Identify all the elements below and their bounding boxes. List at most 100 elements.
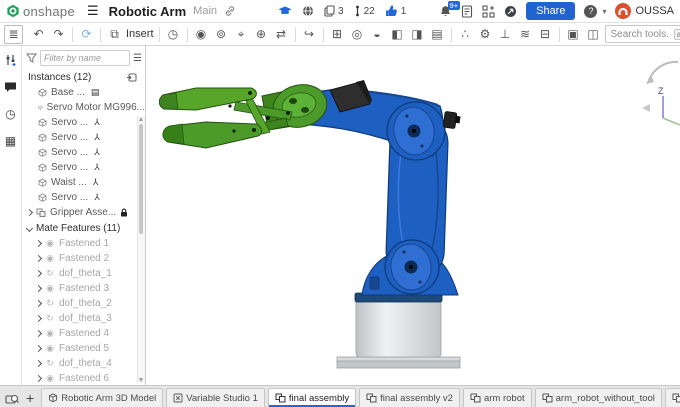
mate-row[interactable]: ↻dof_theta_3	[22, 311, 145, 326]
expand-chevron-icon[interactable]	[35, 360, 42, 367]
mate-row[interactable]: ◉Fastened 6	[22, 371, 145, 385]
search-tools-box[interactable]: alt/	[605, 25, 680, 43]
configurations-icon[interactable]: ⚙	[477, 26, 494, 43]
branch-name[interactable]: Main	[193, 5, 217, 17]
undo-icon[interactable]: ↶	[30, 26, 47, 43]
expand-chevron-icon[interactable]	[35, 270, 42, 277]
history-icon[interactable]: ◷	[165, 26, 182, 43]
scroll-up-icon[interactable]	[139, 117, 143, 121]
mate-row[interactable]: ◉Fastened 1	[22, 236, 145, 251]
expand-chevron-icon[interactable]	[26, 209, 33, 216]
redo-icon[interactable]: ↷	[50, 26, 67, 43]
tab-part-studio[interactable]: Robotic Arm 3D Model	[41, 388, 163, 407]
share-link-icon[interactable]	[224, 5, 236, 17]
tab-arm-robot-with-tool[interactable]: arm_robot_with_tool	[665, 388, 680, 407]
instance-row[interactable]: Servo Motor MG996...	[22, 100, 145, 115]
expand-chevron-icon[interactable]	[35, 240, 42, 247]
tab-arm-robot[interactable]: arm robot	[463, 388, 532, 407]
instance-row[interactable]: Waist ... ⅄	[22, 175, 145, 190]
forks-count[interactable]: 22	[354, 5, 375, 17]
bom-panel-icon[interactable]: ▦	[3, 133, 19, 149]
update-sync-icon[interactable]: ⟳	[78, 26, 95, 43]
app-store-button[interactable]	[482, 5, 495, 18]
release-notes-button[interactable]	[461, 5, 473, 18]
tab-final-assembly[interactable]: final assembly	[268, 388, 356, 407]
search-tools-input[interactable]	[609, 28, 671, 41]
expand-chevron-icon[interactable]	[35, 375, 42, 382]
instance-row[interactable]: Servo ... ⅄	[22, 190, 145, 205]
public-document-button[interactable]	[302, 5, 314, 17]
instances-header-row[interactable]: Instances (12)	[22, 69, 145, 85]
feedback-button[interactable]	[504, 5, 517, 18]
section-view-icon[interactable]: ◨	[409, 26, 426, 43]
comments-icon[interactable]	[3, 79, 19, 95]
group-mate-icon[interactable]: ⊚	[213, 26, 230, 43]
insert-button[interactable]: ⧉ Insert	[106, 26, 154, 43]
expand-chevron-icon[interactable]	[35, 255, 42, 262]
anchor-icon[interactable]: ⊥	[497, 26, 514, 43]
subassembly-row[interactable]: Gripper Asse...	[22, 205, 145, 220]
filter-funnel-icon[interactable]	[26, 53, 37, 63]
mate-icon[interactable]: ◉	[193, 26, 210, 43]
share-button[interactable]: Share	[526, 2, 575, 20]
expand-chevron-icon[interactable]	[35, 315, 42, 322]
collapse-chevron-icon[interactable]	[26, 224, 33, 231]
simulation-icon[interactable]: ∴	[457, 26, 474, 43]
filter-input[interactable]	[40, 50, 130, 66]
versions-icon[interactable]: ◷	[3, 106, 19, 122]
mate-row[interactable]: ↻dof_theta_4	[22, 356, 145, 371]
expand-chevron-icon[interactable]	[35, 330, 42, 337]
named-views-icon[interactable]: ◎	[349, 26, 366, 43]
instance-row[interactable]: Servo ... ⅄	[22, 145, 145, 160]
viewport[interactable]: Z	[146, 46, 680, 385]
configurations-panel-icon[interactable]	[3, 52, 19, 68]
instance-row[interactable]: Servo ... ⅄	[22, 130, 145, 145]
add-tab-button[interactable]: +	[26, 391, 34, 405]
mate-row[interactable]: ◉Fastened 4	[22, 326, 145, 341]
mirror-icon[interactable]: ⇄	[273, 26, 290, 43]
mate-row[interactable]: ↻dof_theta_1	[22, 266, 145, 281]
mate-row[interactable]: ◉Fastened 5	[22, 341, 145, 356]
mate-features-header-row[interactable]: Mate Features (11)	[22, 220, 145, 236]
mate-connector-icon[interactable]: ⌖	[233, 26, 250, 43]
copies-count[interactable]: 3	[324, 5, 344, 17]
notifications-button[interactable]: 9+	[439, 5, 452, 18]
instance-row[interactable]: Servo ... ⅄	[22, 115, 145, 130]
bom-table-icon[interactable]: ▤	[429, 26, 446, 43]
mate-row[interactable]: ◉Fastened 3	[22, 281, 145, 296]
tab-variable-studio[interactable]: Variable Studio 1	[166, 388, 265, 407]
appearances-icon[interactable]: ◧	[389, 26, 406, 43]
filter-options-icon[interactable]: ☰	[133, 53, 142, 64]
account-button[interactable]: OUSSA	[615, 3, 674, 19]
frame-icon[interactable]: ≋	[517, 26, 534, 43]
instance-row[interactable]: Base ... ▤	[22, 85, 145, 100]
sheet-metal-icon[interactable]: ⊟	[537, 26, 554, 43]
mate-row[interactable]: ↻dof_theta_2	[22, 296, 145, 311]
tab-final-assembly-v2[interactable]: final assembly v2	[359, 388, 460, 407]
display-states-icon[interactable]: ◒	[369, 26, 386, 43]
export-icon[interactable]: ▣	[565, 26, 582, 43]
learning-center-button[interactable]	[278, 6, 292, 17]
expand-chevron-icon[interactable]	[35, 285, 42, 292]
tab-manager-icon[interactable]	[5, 393, 19, 405]
onshape-logo[interactable]: onshape	[6, 4, 75, 19]
likes-count[interactable]: 1	[385, 5, 407, 17]
insert-instance-icon[interactable]	[126, 73, 137, 82]
scroll-down-icon[interactable]	[139, 378, 143, 382]
instance-row[interactable]: Servo ... ⅄	[22, 160, 145, 175]
features-list-toggle-icon[interactable]: ≣	[4, 25, 23, 44]
pattern-icon[interactable]: ⊕	[253, 26, 270, 43]
expand-chevron-icon[interactable]	[35, 345, 42, 352]
snap-mode-icon[interactable]: ↪	[301, 26, 318, 43]
scrollbar-thumb[interactable]	[139, 124, 143, 234]
document-menu-icon[interactable]: ☰	[87, 3, 99, 19]
view-triad[interactable]: Z	[640, 50, 680, 128]
help-caret-icon[interactable]: ▾	[602, 7, 606, 16]
help-button[interactable]: ?	[584, 5, 597, 18]
find-features-icon[interactable]: ◫	[585, 26, 602, 43]
panel-scrollbar[interactable]	[137, 116, 145, 383]
mate-row[interactable]: ◉Fastened 2	[22, 251, 145, 266]
document-title[interactable]: Robotic Arm	[109, 4, 187, 19]
tab-arm-robot-without-tool[interactable]: arm_robot_without_tool	[535, 388, 662, 407]
expand-chevron-icon[interactable]	[35, 300, 42, 307]
